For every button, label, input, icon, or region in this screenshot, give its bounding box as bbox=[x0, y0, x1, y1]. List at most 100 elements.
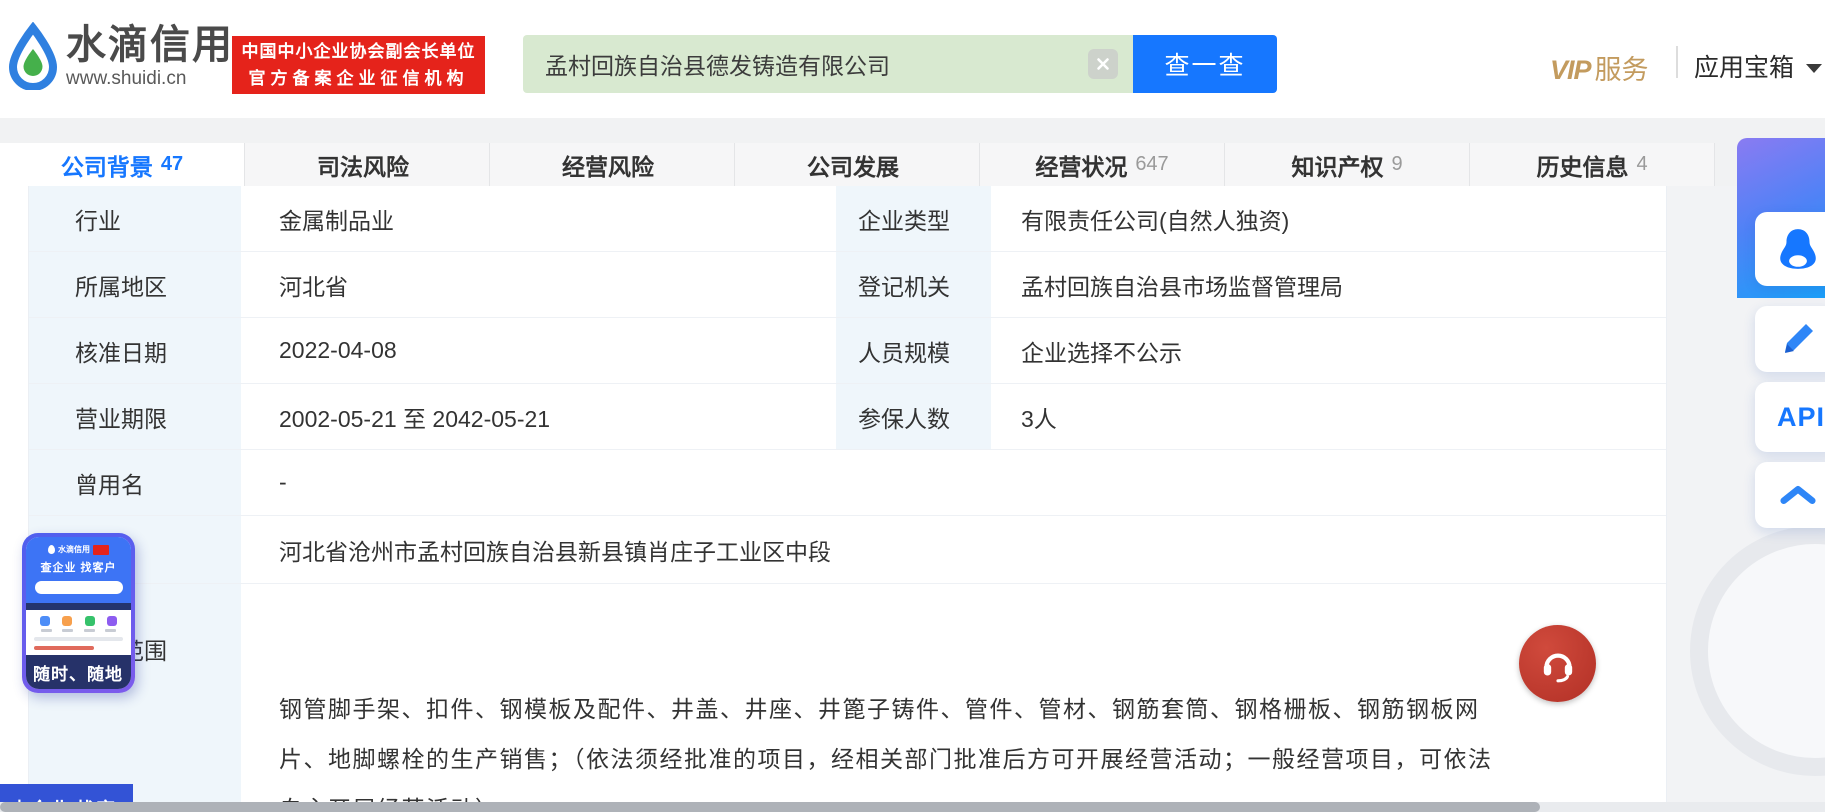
field-label: 所属地区 bbox=[29, 252, 241, 317]
phone-search-bar bbox=[34, 581, 123, 594]
tab-count: 647 bbox=[1135, 153, 1169, 175]
tab-label: 经营风险 bbox=[562, 153, 654, 180]
clear-search-icon[interactable] bbox=[1088, 49, 1118, 79]
badge-line1: 中国中小企业协会副会长单位 bbox=[241, 42, 476, 61]
badge-line2: 官方备案企业征信机构 bbox=[248, 69, 469, 88]
mini-badge bbox=[93, 544, 109, 555]
phone-logo-text: 水滴信用 bbox=[58, 545, 90, 554]
chevron-up-icon bbox=[1780, 485, 1816, 505]
tab-company-background[interactable]: 公司背景 47 bbox=[0, 143, 245, 186]
table-row: 曾用名 - bbox=[29, 450, 1666, 516]
field-value: 3人 bbox=[1021, 405, 1057, 432]
phone-logo-row: 水滴信用 bbox=[26, 544, 131, 555]
scrollbar-thumb[interactable] bbox=[0, 802, 1540, 812]
logo-url: www.shuidi.cn bbox=[66, 67, 187, 89]
field-label: 人员规模 bbox=[836, 318, 991, 383]
tab-count: 9 bbox=[1391, 153, 1403, 175]
phone-app-icon bbox=[40, 616, 51, 626]
feedback-button[interactable] bbox=[1755, 306, 1825, 372]
field-value: 孟村回族自治县市场监督管理局 bbox=[1021, 273, 1343, 300]
search-button[interactable]: 查一查 bbox=[1133, 35, 1277, 93]
tab-judicial-risk[interactable]: 司法风险 bbox=[245, 143, 490, 186]
pencil-icon bbox=[1785, 324, 1813, 353]
field-value: - bbox=[279, 469, 287, 495]
table-row: 所属地区 河北省 登记机关 孟村回族自治县市场监督管理局 bbox=[29, 252, 1666, 318]
vip-logo: VIP bbox=[1550, 55, 1592, 85]
tab-strip: 公司背景 47 司法风险 经营风险 公司发展 经营状况 647 知识产权 9 历… bbox=[0, 118, 1825, 186]
table-row: 行业 金属制品业 企业类型 有限责任公司(自然人独资) bbox=[29, 186, 1666, 252]
phone-app-icon bbox=[84, 616, 95, 626]
tabs: 公司背景 47 司法风险 经营风险 公司发展 经营状况 647 知识产权 9 历… bbox=[0, 143, 1715, 186]
certification-badge: 中国中小企业协会副会长单位 官方备案企业征信机构 bbox=[232, 36, 485, 94]
table-row: 经营范围 钢管脚手架、扣件、钢模板及配件、井盖、井座、井篦子铸件、管件、管材、钢… bbox=[29, 584, 1666, 812]
table-row: 核准日期 2022-04-08 人员规模 企业选择不公示 bbox=[29, 318, 1666, 384]
phone-app-header: 水滴信用 查企业 找客户 bbox=[26, 537, 131, 603]
search-input[interactable] bbox=[523, 35, 1133, 93]
field-label: 曾用名 bbox=[29, 450, 241, 515]
field-value: 钢管脚手架、扣件、钢模板及配件、井盖、井座、井篦子铸件、管件、管材、钢筋套筒、钢… bbox=[241, 584, 1668, 812]
tab-operating-status[interactable]: 经营状况 647 bbox=[980, 143, 1225, 186]
page: 水滴信用 www.shuidi.cn 中国中小企业协会副会长单位 官方备案企业征… bbox=[0, 0, 1825, 812]
field-label: 参保人数 bbox=[836, 384, 991, 449]
field-label: 行业 bbox=[29, 186, 241, 251]
tab-label: 经营状况 bbox=[1035, 153, 1128, 180]
app-toolbox-menu[interactable]: 应用宝箱 bbox=[1694, 48, 1823, 84]
phone-content-line bbox=[34, 637, 123, 641]
promo-caption: 随时、随地 bbox=[26, 655, 131, 689]
customer-service-button[interactable] bbox=[1519, 625, 1596, 702]
field-value: 金属制品业 bbox=[279, 207, 394, 234]
tab-history-info[interactable]: 历史信息 4 bbox=[1470, 143, 1715, 186]
phone-app-icon bbox=[106, 616, 117, 626]
phone-screen: 水滴信用 查企业 找客户 随时、随地 bbox=[26, 537, 131, 689]
tab-intellectual-property[interactable]: 知识产权 9 bbox=[1225, 143, 1470, 186]
field-value: 2022-04-08 bbox=[279, 337, 397, 363]
tab-label: 司法风险 bbox=[317, 153, 409, 180]
water-drop-icon bbox=[8, 22, 58, 90]
tab-label: 公司发展 bbox=[807, 153, 899, 180]
field-value: 2002-05-21 至 2042-05-21 bbox=[279, 405, 551, 432]
field-label: 营业期限 bbox=[29, 384, 241, 449]
x-icon bbox=[1097, 58, 1109, 70]
field-value: 有限责任公司(自然人独资) bbox=[1021, 207, 1290, 234]
phone-app-icon bbox=[62, 616, 73, 626]
api-label: API bbox=[1777, 401, 1825, 432]
tab-company-development[interactable]: 公司发展 bbox=[735, 143, 980, 186]
vip-suffix: 服务 bbox=[1594, 55, 1649, 85]
business-scope-text: 钢管脚手架、扣件、钢模板及配件、井盖、井座、井篦子铸件、管件、管材、钢筋套筒、钢… bbox=[279, 696, 1493, 812]
app-promo-phone[interactable]: 水滴信用 查企业 找客户 随时、随地 bbox=[22, 533, 135, 693]
tab-count: 47 bbox=[160, 153, 184, 175]
field-label: 核准日期 bbox=[29, 318, 241, 383]
field-value: 河北省沧州市孟村回族自治县新县镇肖庄子工业区中段 bbox=[279, 538, 831, 565]
phone-content-line bbox=[34, 646, 94, 650]
phone-strip bbox=[26, 603, 131, 610]
phone-icon-labels bbox=[26, 626, 131, 632]
table-row: 地址 河北省沧州市孟村回族自治县新县镇肖庄子工业区中段 bbox=[29, 516, 1666, 584]
mini-drop-icon bbox=[48, 545, 55, 554]
field-value: 河北省 bbox=[279, 273, 348, 300]
back-to-top-button[interactable] bbox=[1755, 462, 1825, 528]
field-value: 企业选择不公示 bbox=[1021, 339, 1182, 366]
header: 水滴信用 www.shuidi.cn 中国中小企业协会副会长单位 官方备案企业征… bbox=[0, 0, 1825, 118]
site-logo[interactable]: 水滴信用 www.shuidi.cn bbox=[6, 22, 234, 90]
field-label: 登记机关 bbox=[836, 252, 991, 317]
tab-label: 历史信息 bbox=[1536, 153, 1629, 180]
table-row: 营业期限 2002-05-21 至 2042-05-21 参保人数 3人 bbox=[29, 384, 1666, 450]
api-button[interactable]: API bbox=[1755, 382, 1825, 452]
phone-icon-row bbox=[26, 610, 131, 626]
header-divider bbox=[1676, 46, 1678, 78]
tab-label: 知识产权 bbox=[1291, 153, 1384, 180]
toolbox-label: 应用宝箱 bbox=[1694, 54, 1795, 82]
vip-service-link[interactable]: VIP 服务 bbox=[1550, 48, 1649, 87]
field-label: 企业类型 bbox=[836, 186, 991, 251]
qq-contact-button[interactable] bbox=[1755, 212, 1825, 286]
tab-operation-risk[interactable]: 经营风险 bbox=[490, 143, 735, 186]
logo-title: 水滴信用 bbox=[66, 22, 234, 67]
qq-icon bbox=[1780, 229, 1816, 269]
chevron-down-icon bbox=[1806, 63, 1823, 73]
logo-text: 水滴信用 www.shuidi.cn bbox=[66, 23, 234, 90]
tab-count: 4 bbox=[1636, 153, 1648, 175]
company-info-table: 行业 金属制品业 企业类型 有限责任公司(自然人独资) 所属地区 河北省 登记机… bbox=[28, 186, 1667, 812]
headset-icon bbox=[1543, 653, 1572, 682]
tab-label: 公司背景 bbox=[60, 153, 153, 180]
horizontal-scrollbar bbox=[0, 802, 1825, 812]
